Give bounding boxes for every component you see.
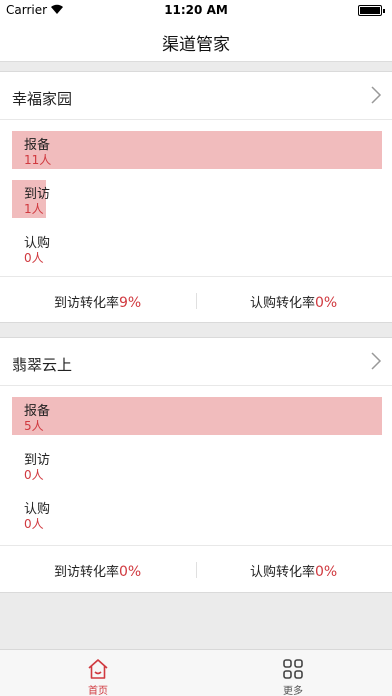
row-count: 0人 xyxy=(24,517,44,531)
divider xyxy=(196,293,197,309)
home-icon xyxy=(88,659,108,679)
battery-icon xyxy=(358,5,385,16)
visit-rate-value: 0% xyxy=(119,564,142,580)
row-count: 5人 xyxy=(24,419,44,433)
row-count: 1人 xyxy=(24,202,44,216)
funnel-row-purchase: 认购 0人 xyxy=(12,229,382,267)
purchase-rate-label: 认购转化率 xyxy=(250,296,316,311)
chevron-right-icon xyxy=(371,86,382,104)
page-title: 渠道管家 xyxy=(162,35,230,55)
conversion-stats: 到访转化率9% 认购转化率0% xyxy=(0,276,392,324)
tab-more-label: 更多 xyxy=(283,686,303,696)
tab-home-label: 首页 xyxy=(88,686,108,696)
visit-rate-label: 到访转化率 xyxy=(54,565,120,580)
status-time: 11:20 AM xyxy=(164,3,228,17)
funnel-row-purchase: 认购 0人 xyxy=(12,495,382,533)
conversion-stats: 到访转化率0% 认购转化率0% xyxy=(0,545,392,593)
progress-bar xyxy=(12,397,382,435)
purchase-rate-value: 0% xyxy=(315,295,338,311)
visit-rate-stat: 到访转化率9% xyxy=(54,292,141,311)
project-card: 幸福家园 报备 11人 到访 1人 认购 0人 到访转化率9% 认购转化率0% xyxy=(0,71,392,323)
divider xyxy=(196,562,197,578)
visit-rate-stat: 到访转化率0% xyxy=(54,561,141,580)
purchase-rate-stat: 认购转化率0% xyxy=(250,292,337,311)
progress-bar xyxy=(12,131,382,169)
row-count: 11人 xyxy=(24,153,52,167)
funnel-row-visit: 到访 0人 xyxy=(12,446,382,484)
project-name: 幸福家园 xyxy=(12,90,73,108)
tab-bar: 首页 更多 xyxy=(0,649,392,696)
row-count: 0人 xyxy=(24,251,44,265)
chevron-right-icon xyxy=(371,352,382,370)
purchase-rate-label: 认购转化率 xyxy=(250,565,316,580)
purchase-rate-value: 0% xyxy=(315,564,338,580)
visit-rate-label: 到访转化率 xyxy=(54,296,120,311)
project-name: 翡翠云上 xyxy=(12,356,73,374)
visit-rate-value: 9% xyxy=(119,295,142,311)
nav-bar: 渠道管家 xyxy=(0,20,392,62)
row-count: 0人 xyxy=(24,468,44,482)
tab-more[interactable]: 更多 xyxy=(253,650,333,696)
funnel-row-visit: 到访 1人 xyxy=(12,180,382,218)
funnel-row-report: 报备 5人 xyxy=(12,397,382,435)
tab-home[interactable]: 首页 xyxy=(58,650,138,696)
project-card: 翡翠云上 报备 5人 到访 0人 认购 0人 到访转化率0% 认购转化率0% xyxy=(0,337,392,593)
project-header[interactable]: 幸福家园 xyxy=(0,72,392,120)
purchase-rate-stat: 认购转化率0% xyxy=(250,561,337,580)
funnel-row-report: 报备 11人 xyxy=(12,131,382,169)
grid-icon xyxy=(283,659,303,679)
status-bar: Carrier 11:20 AM xyxy=(0,0,392,20)
project-header[interactable]: 翡翠云上 xyxy=(0,338,392,386)
